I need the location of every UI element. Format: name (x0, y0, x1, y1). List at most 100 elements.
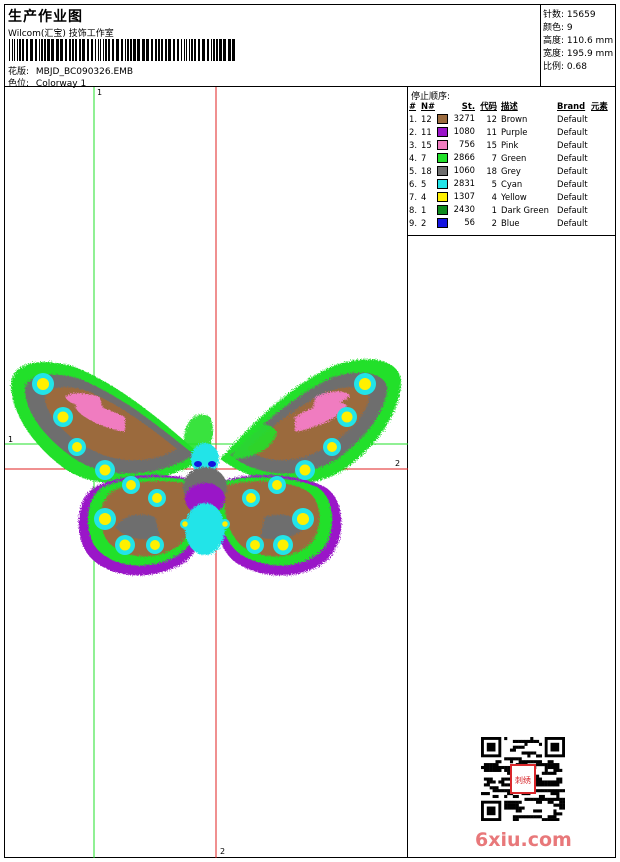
row-stitches: 56 (464, 217, 475, 227)
row-stitches: 756 (459, 139, 475, 149)
row-stitches-cell: 2866 (437, 151, 475, 164)
table-row: 1. 12 3271 12 Brown Default (409, 112, 615, 125)
row-stitches-cell: 56 (437, 216, 475, 229)
row-needle: 7 (421, 152, 427, 163)
row-needle: 11 (421, 126, 432, 137)
axis-label-h-left: 1 (8, 435, 14, 444)
row-description: Dark Green (501, 204, 549, 215)
axis-label-h-right: 2 (395, 459, 401, 468)
col-header-stitches: St. (461, 101, 475, 111)
eyespot-center (99, 464, 111, 476)
page-title: 生产作业图 (8, 9, 83, 25)
row-code: 12 (486, 113, 497, 124)
eyespot-center (72, 442, 82, 452)
eyespot-center (222, 521, 228, 527)
row-code: 11 (486, 126, 497, 137)
color-swatch (437, 192, 448, 202)
row-stitches-cell: 1060 (437, 164, 475, 177)
row-needle: 2 (421, 217, 427, 228)
stat-scale: 比例: 0.68 (543, 62, 587, 72)
eyespot-center (358, 377, 372, 391)
row-description: Brown (501, 113, 528, 124)
row-element (591, 216, 615, 229)
row-brand: Default (557, 217, 588, 228)
eyespot-center (98, 512, 112, 526)
row-needle: 1 (421, 204, 427, 215)
row-brand: Default (557, 139, 588, 150)
eyespot-center (246, 493, 256, 503)
table-row: 3. 15 756 15 Pink Default (409, 138, 615, 151)
row-description: Yellow (501, 191, 527, 202)
barcode (9, 39, 235, 61)
col-header-description: 描述 (501, 101, 518, 111)
row-element (591, 151, 615, 164)
color-swatch (437, 127, 448, 137)
row-brand: Default (557, 178, 588, 189)
header-panel: 生产作业图 Wilcom(汇宝) 技饰工作室 花版: MBJD_BC090326… (5, 5, 541, 89)
row-index: 6. (409, 178, 417, 189)
row-element (591, 203, 615, 216)
eyespot-center (152, 493, 162, 503)
eyespot-center (296, 512, 310, 526)
stop-sequence-panel: 停止顺序: # N# St. 代码 描述 Brand 元素 1. 12 3271 12… (408, 87, 615, 858)
butterfly-design (10, 359, 402, 576)
color-swatch (437, 140, 448, 150)
eyespot-center (299, 464, 311, 476)
row-index: 7. (409, 191, 417, 202)
row-description: Green (501, 152, 527, 163)
table-row: 8. 1 2430 1 Dark Green Default (409, 203, 615, 216)
seal-text: 刺绣 (515, 775, 531, 785)
row-description: Grey (501, 165, 521, 176)
embroidery-preview (5, 87, 408, 858)
row-stitches: 3271 (453, 113, 475, 123)
row-code: 2 (491, 217, 497, 228)
eyespot-center (57, 411, 69, 423)
row-stitches-cell: 756 (437, 138, 475, 151)
row-stitches: 2866 (453, 152, 475, 162)
color-swatch (437, 205, 448, 215)
table-row: 5. 18 1060 18 Grey Default (409, 164, 615, 177)
row-brand: Default (557, 126, 588, 137)
axis-label-v-top: 1 (97, 88, 103, 97)
stats-panel: 针数: 15659 颜色: 9 高度: 110.6 mm 宽度: 195.9 m… (541, 5, 615, 87)
row-index: 2. (409, 126, 417, 137)
color-swatch (437, 179, 448, 189)
stat-width: 宽度: 195.9 mm (543, 49, 614, 59)
color-swatch (437, 114, 448, 124)
row-index: 8. (409, 204, 417, 215)
row-index: 9. (409, 217, 417, 228)
eyespot-center (277, 539, 289, 551)
eyespot-center (150, 540, 160, 550)
eyespot-center (126, 480, 136, 490)
axis-label-v-bottom: 2 (220, 847, 226, 856)
row-stitches: 2430 (453, 204, 475, 214)
row-stitches-cell: 2831 (437, 177, 475, 190)
row-element (591, 190, 615, 203)
table-divider (408, 235, 615, 236)
col-header-brand: Brand (557, 101, 586, 111)
eyespot-center (182, 521, 188, 527)
row-stitches-cell: 1080 (437, 125, 475, 138)
row-index: 4. (409, 152, 417, 163)
eyespot-center (272, 480, 282, 490)
eyespot-center (250, 540, 260, 550)
row-needle: 12 (421, 113, 432, 124)
row-code: 18 (486, 165, 497, 176)
stop-sequence-table: # N# St. 代码 描述 Brand 元素 1. 12 3271 12 Brown D… (409, 100, 615, 229)
stat-stitches: 针数: 15659 (543, 10, 596, 20)
row-element (591, 138, 615, 151)
row-stitches-cell: 1307 (437, 190, 475, 203)
col-header-index: # (409, 101, 417, 111)
row-description: Blue (501, 217, 520, 228)
row-element (591, 164, 615, 177)
row-code: 7 (491, 152, 497, 163)
studio-name: Wilcom(汇宝) 技饰工作室 (8, 29, 114, 39)
row-brand: Default (557, 152, 588, 163)
eyespot-center (341, 411, 353, 423)
row-brand: Default (557, 191, 588, 202)
row-index: 1. (409, 113, 417, 124)
row-needle: 5 (421, 178, 427, 189)
color-swatch (437, 153, 448, 163)
row-brand: Default (557, 113, 588, 124)
row-description: Purple (501, 126, 528, 137)
